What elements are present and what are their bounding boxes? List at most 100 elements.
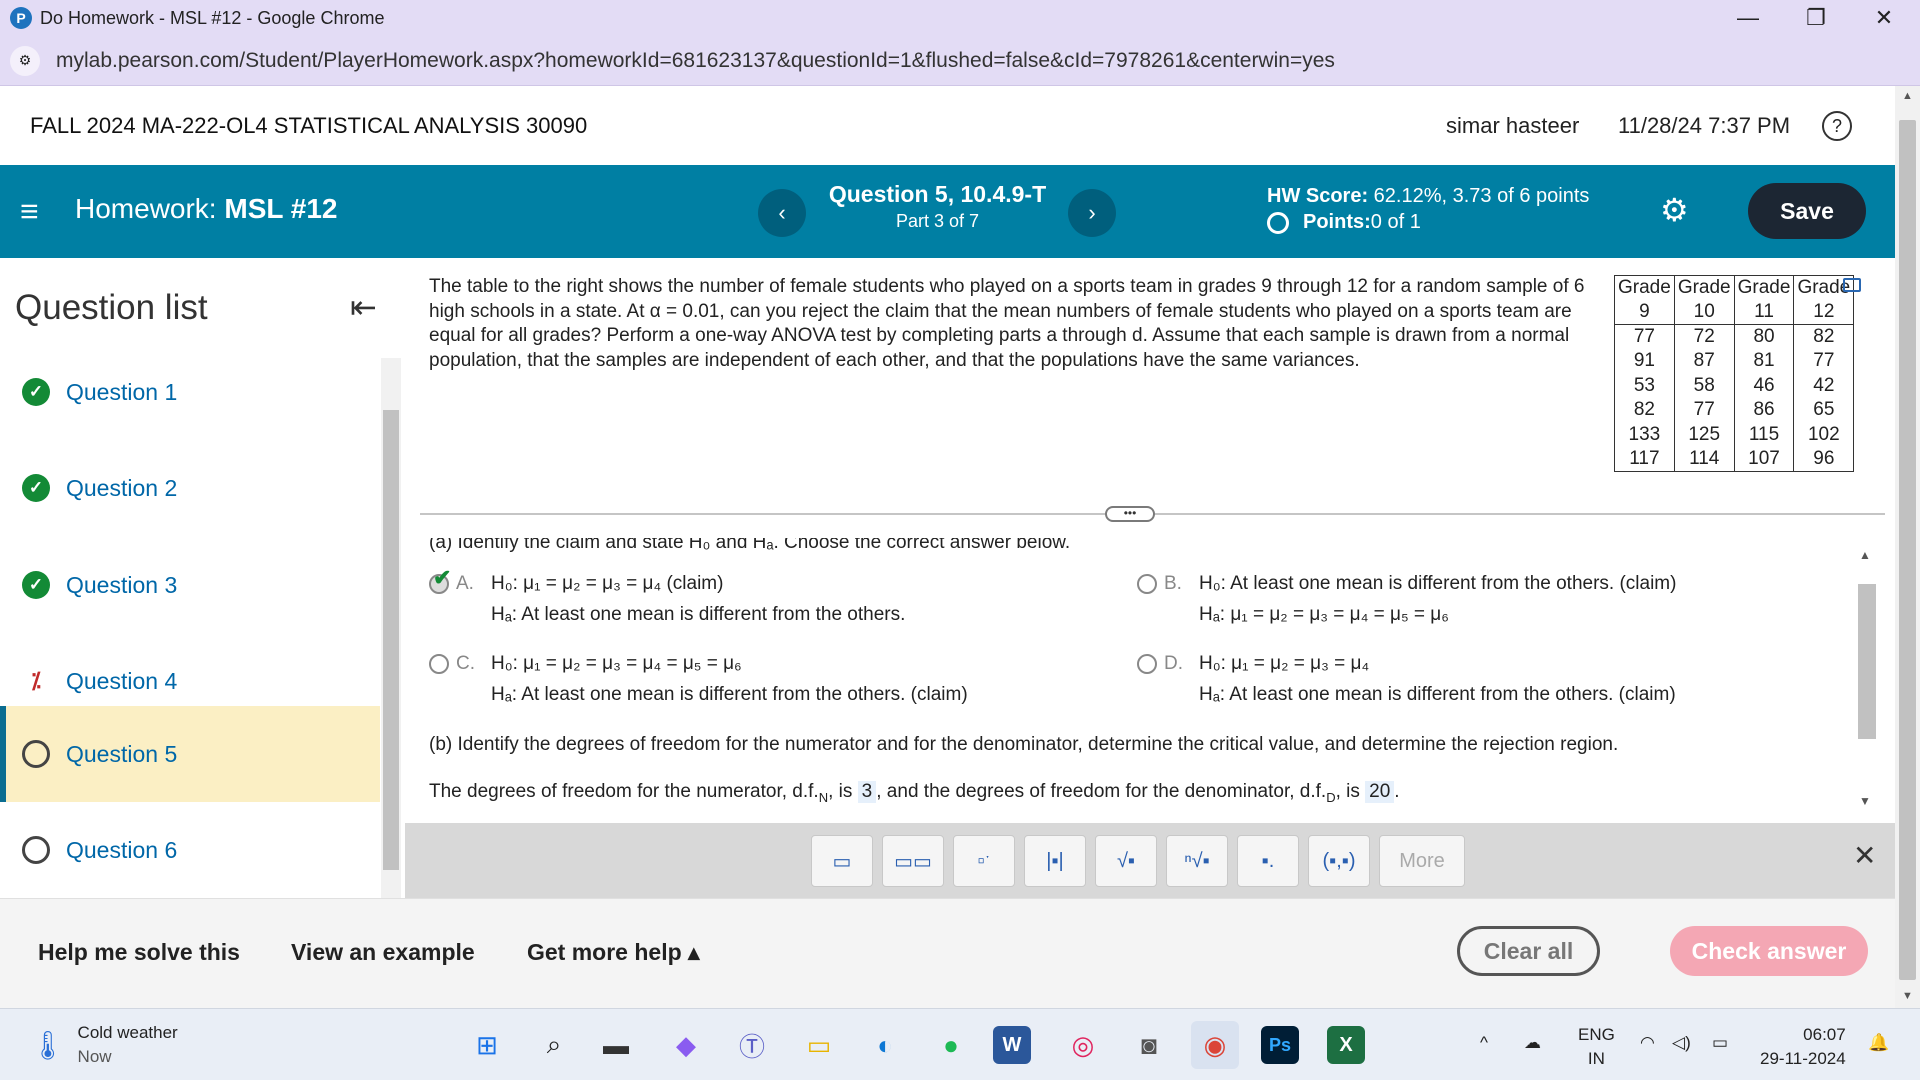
hamburger-menu-icon[interactable]: ≡ (20, 193, 39, 230)
table-header: 10 (1673, 300, 1735, 325)
question-list-item-2[interactable]: ✓ Question 2 (0, 440, 380, 536)
table-header: Grade (1673, 275, 1735, 300)
camera-icon[interactable]: ◙ (1125, 1021, 1173, 1069)
degrees-of-freedom-line: The degrees of freedom for the numerator… (429, 781, 1400, 805)
interval-button[interactable]: (▪,▪) (1308, 835, 1370, 887)
table-cell: 82 (1793, 324, 1855, 349)
radio-button[interactable] (1137, 654, 1157, 674)
help-me-solve-link[interactable]: Help me solve this (38, 939, 240, 966)
edge-icon[interactable]: ◐ (861, 1021, 909, 1069)
close-window-button[interactable]: ✕ (1850, 0, 1918, 36)
question-list-item-3[interactable]: ✓ Question 3 (0, 537, 380, 633)
df-text: . (1394, 781, 1400, 802)
scrollbar-thumb[interactable] (1858, 584, 1876, 739)
question-label: Question 5 (66, 740, 178, 767)
option-c[interactable]: C. H₀: μ₁ = μ₂ = μ₃ = μ₄ = μ₅ = μ₆ Hₐ: A… (429, 648, 1109, 712)
option-letter: D. (1164, 653, 1183, 674)
decimal-button[interactable]: ▪. (1237, 835, 1299, 887)
open-circle-icon (22, 740, 50, 768)
help-icon[interactable]: ? (1822, 111, 1852, 141)
spotify-icon[interactable]: ● (927, 1021, 975, 1069)
scrollbar-thumb[interactable] (383, 410, 399, 870)
weather-widget[interactable]: 🌡 Cold weather Now (30, 1021, 178, 1069)
notification-bell-icon[interactable]: 🔔 (1868, 1031, 1889, 1055)
df-numerator-input[interactable]: 3 (857, 781, 877, 803)
get-more-help-link[interactable]: Get more help ▴ (527, 939, 700, 966)
excel-icon[interactable]: X (1327, 1026, 1365, 1064)
exponent-button[interactable]: ▫ˑ (953, 835, 1015, 887)
option-b[interactable]: B. H₀: At least one mean is different fr… (1137, 568, 1837, 632)
site-settings-icon[interactable]: ⚙ (10, 45, 40, 76)
scroll-down-icon[interactable]: ▼ (1902, 990, 1913, 1002)
minimize-button[interactable]: — (1714, 0, 1782, 36)
close-toolbar-icon[interactable]: ✕ (1853, 839, 1876, 872)
square-root-button[interactable]: √▪ (1095, 835, 1157, 887)
question-list-item-1[interactable]: ✓ Question 1 (0, 344, 380, 440)
table-cell: 114 (1673, 447, 1735, 472)
option-a[interactable]: ✔ A. H₀: μ₁ = μ₂ = μ₃ = μ₄ (claim) Hₐ: A… (429, 565, 1109, 632)
option-d[interactable]: D. H₀: μ₁ = μ₂ = μ₃ = μ₄ Hₐ: At least on… (1137, 648, 1837, 712)
scrollbar-thumb[interactable] (1899, 120, 1916, 980)
question-list-item-5[interactable]: Question 5 (0, 706, 380, 802)
points-value: 0 of 1 (1370, 211, 1421, 233)
copy-table-icon[interactable] (1843, 278, 1861, 292)
homework-title: Homework: MSL #12 (75, 193, 337, 225)
task-view-icon[interactable]: ▬ (592, 1021, 640, 1069)
nth-root-button[interactable]: ⁿ√▪ (1166, 835, 1228, 887)
df-subscript: N (818, 789, 829, 805)
fraction-button[interactable]: ▭ (811, 835, 873, 887)
tray-overflow-icon[interactable]: ^ (1480, 1031, 1488, 1055)
file-explorer-icon[interactable]: ▭ (795, 1021, 843, 1069)
scroll-up-icon[interactable]: ▲ (1902, 90, 1913, 102)
collapse-sidebar-icon[interactable]: ⇤ (350, 288, 377, 326)
settings-gear-icon[interactable]: ⚙ (1660, 191, 1689, 229)
volume-icon[interactable]: ◁) (1672, 1031, 1691, 1055)
course-name: FALL 2024 MA-222-OL4 STATISTICAL ANALYSI… (30, 113, 588, 138)
onedrive-icon[interactable]: ☁ (1524, 1031, 1541, 1055)
wifi-icon[interactable]: ◠ (1640, 1031, 1655, 1055)
copilot-icon[interactable]: ◆ (662, 1021, 710, 1069)
df-denominator-input[interactable]: 20 (1365, 781, 1395, 803)
pane-divider[interactable]: ••• (420, 506, 1885, 522)
check-answer-button[interactable]: Check answer (1670, 926, 1868, 976)
next-question-button[interactable]: › (1068, 189, 1116, 237)
scroll-up-icon[interactable]: ▲ (1859, 548, 1871, 562)
scroll-down-icon[interactable]: ▼ (1859, 794, 1871, 808)
language-bottom: IN (1587, 1049, 1605, 1068)
question-list-item-6[interactable]: Question 6 (0, 802, 380, 898)
correct-check-icon: ✔ (433, 565, 452, 590)
battery-icon[interactable]: ▭ (1712, 1031, 1728, 1055)
footer-bar: Help me solve this View an example Get m… (0, 898, 1895, 1008)
word-icon[interactable]: W (993, 1026, 1031, 1064)
clock-date: 29-11-2024 (1760, 1049, 1846, 1068)
search-icon[interactable]: ⌕ (530, 1021, 578, 1069)
view-example-link[interactable]: View an example (291, 939, 475, 966)
mixed-number-button[interactable]: ▭▭ (882, 835, 944, 887)
page-scrollbar[interactable]: ▲ ▼ (1895, 86, 1920, 1008)
table-cell: 87 (1673, 349, 1735, 374)
photoshop-icon[interactable]: Ps (1261, 1026, 1299, 1064)
restore-button[interactable]: ❐ (1782, 0, 1850, 36)
windows-start-icon[interactable]: ⊞ (463, 1021, 511, 1069)
table-cell: 102 (1793, 422, 1855, 447)
absolute-value-button[interactable]: |▪| (1024, 835, 1086, 887)
table-cell: 96 (1793, 447, 1855, 472)
sidebar-scrollbar[interactable] (381, 358, 401, 898)
user-name[interactable]: simar hasteer (1446, 113, 1579, 139)
radio-button[interactable] (429, 654, 449, 674)
divider-grip-icon[interactable]: ••• (1105, 506, 1155, 522)
creative-cloud-icon[interactable]: ◎ (1059, 1021, 1107, 1069)
table-header: Grade (1614, 275, 1675, 300)
answer-scrollbar[interactable]: ▲ ▼ (1856, 548, 1876, 818)
more-button[interactable]: More (1379, 835, 1465, 887)
previous-question-button[interactable]: ‹ (758, 189, 806, 237)
chrome-icon[interactable]: ◉ (1191, 1021, 1239, 1069)
save-button[interactable]: Save (1748, 183, 1866, 239)
url-field[interactable]: mylab.pearson.com/Student/PlayerHomework… (56, 49, 1335, 73)
language-indicator[interactable]: ENG IN (1578, 1023, 1615, 1071)
clock[interactable]: 06:07 29-11-2024 (1760, 1023, 1846, 1071)
radio-button[interactable] (1137, 574, 1157, 594)
teams-icon[interactable]: Ⓣ (728, 1021, 776, 1069)
clear-all-button[interactable]: Clear all (1457, 926, 1600, 976)
option-ha: Hₐ: At least one mean is different from … (491, 684, 968, 705)
